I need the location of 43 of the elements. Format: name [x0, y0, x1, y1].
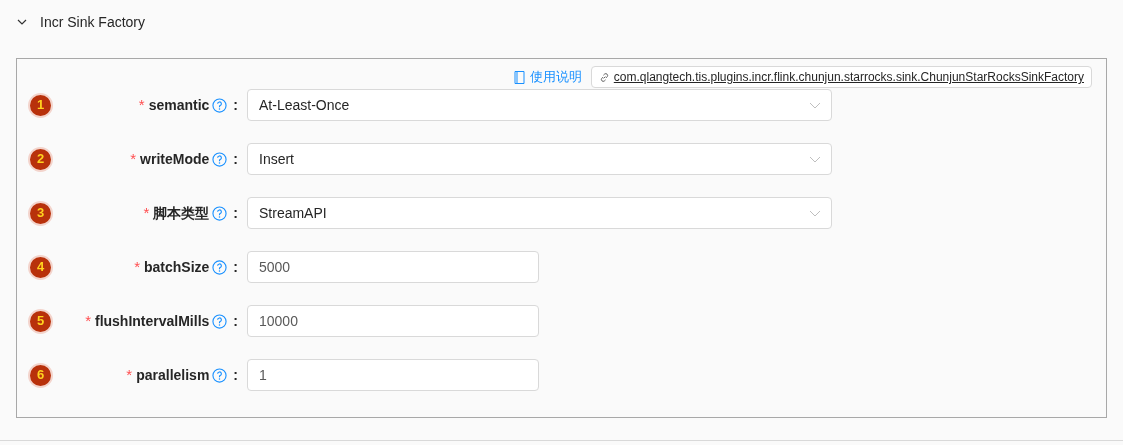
- document-icon: [513, 70, 525, 84]
- required-mark: *: [143, 202, 150, 223]
- input-field[interactable]: 1: [247, 359, 539, 391]
- help-icon[interactable]: [212, 97, 228, 113]
- select-field[interactable]: At-Least-Once: [247, 89, 832, 121]
- label-colon: :: [233, 365, 238, 385]
- help-icon[interactable]: [212, 313, 228, 329]
- label-colon: :: [233, 95, 238, 115]
- step-badge: 6: [28, 362, 53, 388]
- input-field[interactable]: 5000: [247, 251, 539, 283]
- help-icon[interactable]: [212, 205, 228, 221]
- plugin-link[interactable]: com.qlangtech.tis.plugins.incr.flink.chunjun.starrocks.sink.ChunjunStarRocksSinkFactory: [590, 66, 1092, 88]
- step-badge: 3: [28, 200, 53, 226]
- field-label: flushIntervalMills: [94, 311, 210, 331]
- select-field[interactable]: StreamAPI: [247, 197, 832, 229]
- required-mark: *: [130, 148, 137, 169]
- step-badge: 5: [28, 308, 53, 334]
- help-icon[interactable]: [212, 151, 228, 167]
- required-mark: *: [134, 256, 140, 277]
- required-mark: *: [126, 364, 133, 385]
- label-colon: :: [233, 311, 238, 331]
- help-icon[interactable]: [212, 259, 228, 275]
- select-value: Insert: [259, 149, 294, 169]
- help-icon[interactable]: [212, 367, 228, 383]
- input-field[interactable]: 10000: [247, 305, 539, 337]
- field-label: semantic: [148, 95, 210, 115]
- label-colon: :: [233, 149, 238, 169]
- label-colon: :: [233, 257, 238, 277]
- select-value: At-Least-Once: [259, 95, 350, 115]
- step-badge: 2: [28, 146, 53, 172]
- select-field[interactable]: Insert: [247, 143, 832, 175]
- step-badge: 1: [28, 92, 53, 118]
- label-colon: :: [233, 203, 238, 223]
- field-label: 脚本类型: [153, 203, 210, 223]
- required-mark: *: [85, 310, 91, 331]
- step-badge: 4: [28, 254, 53, 280]
- field-label: writeMode: [140, 149, 210, 169]
- section-title[interactable]: Incr Sink Factory: [40, 11, 146, 33]
- link-icon: [598, 71, 610, 83]
- select-value: StreamAPI: [259, 203, 327, 223]
- field-label: batchSize: [143, 257, 210, 277]
- field-label: parallelism: [136, 365, 210, 385]
- required-mark: *: [138, 94, 145, 115]
